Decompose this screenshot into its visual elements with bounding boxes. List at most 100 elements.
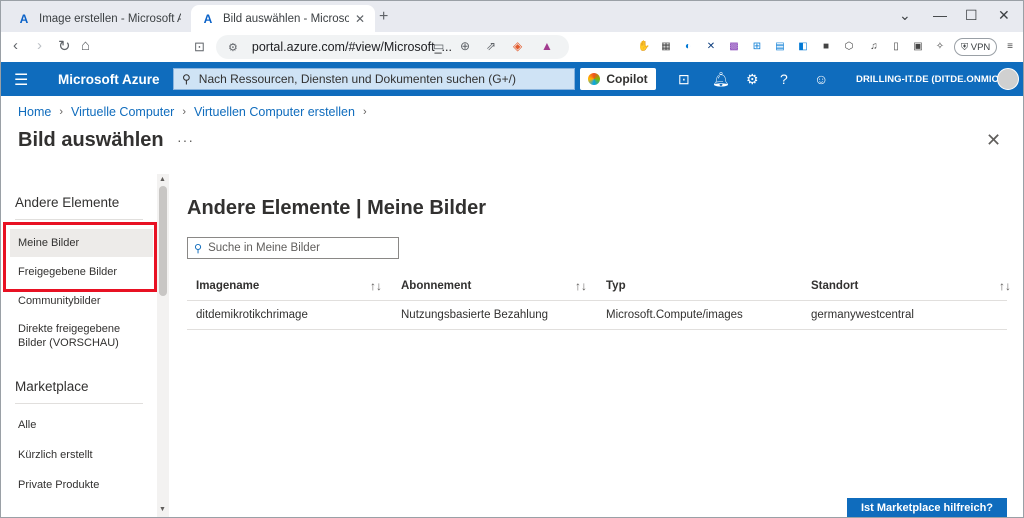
menu-item-label: Direkte freigegebene Bilder (VORSCHAU) [18,323,121,349]
menu-icon[interactable]: ≡ [1003,39,1017,53]
brave-shield-icon[interactable]: ◈ [513,39,522,53]
tab-title: Image erstellen - Microsoft Azure [39,13,181,25]
tab-title: Bild auswählen - Microsoft Azure [223,13,349,25]
column-header-subscription[interactable]: Abonnement ↑↓ [392,272,597,300]
menu-item-private-products[interactable]: Private Produkte [10,471,153,499]
table-row[interactable]: ditdemikrotikchrimage Nutzungsbasierte B… [187,301,1007,330]
forward-icon[interactable]: › [37,37,42,54]
menu-item-label: Kürzlich erstellt [18,449,93,461]
leo-icon[interactable]: ✧ [933,39,947,53]
help-icon[interactable]: ? [780,71,788,87]
column-label: Abonnement [401,280,472,292]
azure-header: ☰ Microsoft Azure ⚲ Nach Ressourcen, Die… [0,62,1024,96]
cell-imagename[interactable]: ditdemikrotikchrimage [187,301,392,329]
reload-icon[interactable]: ↻ [58,37,71,55]
brand-label[interactable]: Microsoft Azure [58,72,160,87]
chevron-right-icon: › [182,106,186,118]
extension-icon[interactable]: ▩ [727,39,741,53]
column-header-imagename[interactable]: Imagename ↑↓ [187,272,392,300]
global-search-input[interactable]: ⚲ Nach Ressourcen, Diensten und Dokument… [173,68,575,90]
menu-item-all[interactable]: Alle [10,411,153,439]
home-icon[interactable]: ⌂ [81,37,90,54]
cloud-shell-icon[interactable]: ⊡ [678,71,690,88]
browser-tab-active[interactable]: A Bild auswählen - Microsoft Azure ✕ [191,5,375,33]
bookmark-icon[interactable]: ⊡ [194,39,205,55]
menu-section-title: Marketplace [15,379,89,394]
column-label: Typ [606,280,626,292]
search-placeholder: Nach Ressourcen, Diensten und Dokumenten… [198,72,516,86]
extension-icon[interactable]: ✋ [637,39,651,53]
sort-icon[interactable]: ↑↓ [370,279,382,293]
azure-logo-icon: A [203,12,213,26]
brave-rewards-icon[interactable]: ▲ [541,39,553,53]
sort-icon[interactable]: ↑↓ [999,279,1011,293]
scroll-up-icon[interactable]: ▲ [159,176,166,183]
extension-icon[interactable]: ◧ [796,39,810,53]
divider [15,219,143,220]
close-icon[interactable]: ✕ [986,130,1001,151]
menu-item-label: Communitybilder [18,295,101,307]
scrollbar-thumb[interactable] [159,186,167,296]
feedback-icon[interactable]: ☺ [814,71,828,87]
extension-icon[interactable]: ✕ [704,39,718,53]
close-window-icon[interactable]: ✕ [998,7,1010,24]
copilot-button[interactable]: Copilot [580,68,656,90]
sort-icon[interactable]: ↑↓ [575,279,587,293]
scroll-down-icon[interactable]: ▼ [159,506,166,513]
sidebar-icon[interactable]: ▯ [889,39,903,53]
tenant-label[interactable]: DRILLING-IT.DE (DITDE.ONMICR... [856,74,1014,85]
hamburger-icon[interactable]: ☰ [14,70,28,90]
extension-icon[interactable]: ▤ [773,39,787,53]
filter-input[interactable]: ⚲ Suche in Meine Bilder [187,237,399,259]
browser-tab[interactable]: A Image erstellen - Microsoft Azure [7,5,191,33]
music-icon[interactable]: ♫ [867,39,881,53]
cell-subscription: Nutzungsbasierte Bezahlung [401,309,549,321]
menu-item-direct-shared-images[interactable]: Direkte freigegebene Bilder (VORSCHAU) [10,320,145,352]
wallet-icon[interactable]: ▣ [911,39,925,53]
column-label: Standort [811,280,859,292]
more-options-button[interactable]: ··· [177,132,194,148]
browser-toolbar: ‹ › ↻ ⌂ ⊡ ⚙ portal.azure.com/#view/Micro… [0,32,1024,62]
minimize-icon[interactable]: — [933,7,947,23]
left-menu-scrollbar[interactable]: ▲ ▼ [157,174,169,518]
extension-icon[interactable]: ◐ [681,39,695,53]
marketplace-feedback-button[interactable]: Ist Marketplace hilfreich? [847,498,1007,518]
zoom-icon[interactable]: ⊕ [460,39,470,53]
extension-icon[interactable]: ⊞ [750,39,764,53]
breadcrumb-create-vm[interactable]: Virtuellen Computer erstellen [194,105,355,119]
azure-logo-icon: A [19,12,29,26]
page-title: Bild auswählen [18,129,164,151]
column-header-location[interactable]: Standort ↑↓ [802,272,1011,300]
settings-gear-icon[interactable]: ⚙ [746,71,759,88]
avatar[interactable] [997,68,1019,90]
column-header-type: Typ [597,272,802,300]
notifications-icon[interactable]: 🔔︎ [712,71,730,88]
new-tab-icon[interactable]: + [379,8,388,26]
share-icon[interactable]: ⇗ [486,39,496,53]
column-label: Imagename [196,280,260,292]
url-text: portal.azure.com/#view/Microsoft_... [251,40,452,54]
highlight-box [3,222,157,292]
table-header-row: Imagename ↑↓ Abonnement ↑↓ Typ Standort … [187,272,1011,301]
search-icon: ⚲ [182,72,191,86]
divider [15,403,143,404]
breadcrumb-home[interactable]: Home [18,105,51,119]
close-tab-icon[interactable]: ✕ [355,12,365,26]
tab-search-icon[interactable]: ⌄ [899,7,911,24]
menu-item-label: Private Produkte [18,479,100,491]
breadcrumb: Home › Virtuelle Computer › Virtuellen C… [18,105,375,119]
cast-icon[interactable]: ▭ [433,39,444,53]
chevron-right-icon: › [59,106,64,118]
site-info-icon[interactable]: ⚙ [228,41,238,54]
filter-placeholder: Suche in Meine Bilder [208,242,320,254]
back-icon[interactable]: ‹ [13,37,18,54]
menu-item-recently-created[interactable]: Kürzlich erstellt [10,441,153,469]
breadcrumb-virtual-machines[interactable]: Virtuelle Computer [71,105,174,119]
maximize-icon[interactable]: ☐ [965,7,978,24]
copilot-label: Copilot [606,72,648,86]
lock-icon[interactable]: ■ [819,39,833,53]
section-heading: Andere Elemente | Meine Bilder [187,197,487,219]
puzzle-icon[interactable]: ⬡ [842,39,856,53]
extension-icon[interactable]: ▦ [659,39,673,53]
vpn-button[interactable]: ⛨ VPN [954,38,998,56]
